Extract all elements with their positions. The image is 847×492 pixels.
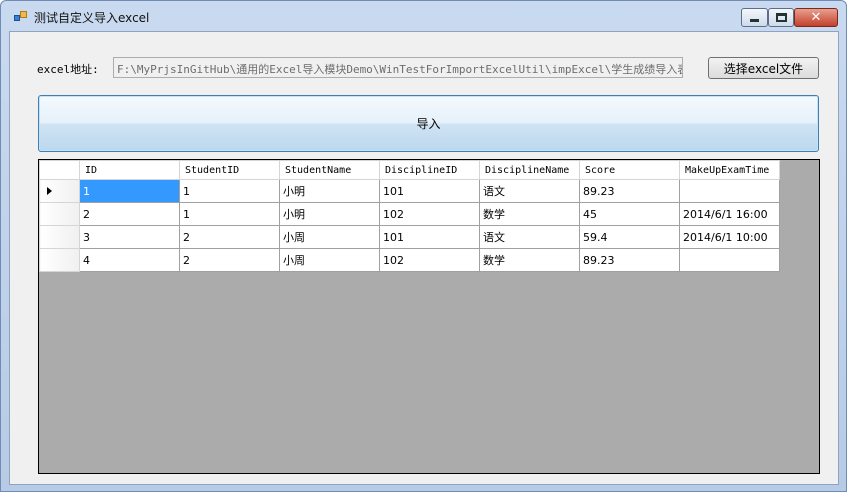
grid-cell[interactable]	[679, 179, 780, 203]
grid-cell[interactable]: 1	[79, 179, 180, 203]
grid-cell[interactable]: 小周	[279, 248, 380, 272]
table-row[interactable]: 4 2 小周 102 数学 89.23	[39, 248, 780, 272]
title-bar[interactable]: 测试自定义导入excel ✕	[1, 1, 846, 31]
data-grid-table: ID StudentID StudentName DisciplineID Di…	[39, 160, 780, 272]
minimize-icon	[750, 19, 759, 22]
grid-cell[interactable]: 语文	[479, 225, 580, 249]
grid-cell[interactable]: 2014/6/1 16:00	[679, 202, 780, 226]
column-header-studentname[interactable]: StudentName	[279, 160, 380, 180]
grid-cell[interactable]: 89.23	[579, 179, 680, 203]
row-header[interactable]	[39, 225, 80, 249]
column-header-score[interactable]: Score	[579, 160, 680, 180]
grid-cell[interactable]: 语文	[479, 179, 580, 203]
column-header-disciplineid[interactable]: DisciplineID	[379, 160, 480, 180]
grid-cell[interactable]: 101	[379, 225, 480, 249]
grid-cell[interactable]: 2014/6/1 10:00	[679, 225, 780, 249]
grid-cell[interactable]: 1	[179, 179, 280, 203]
grid-cell[interactable]: 数学	[479, 248, 580, 272]
grid-cell[interactable]: 2	[179, 248, 280, 272]
grid-cell[interactable]: 89.23	[579, 248, 680, 272]
import-button[interactable]: 导入	[38, 95, 819, 152]
form-client-area: excel地址: F:\MyPrjsInGitHub\通用的Excel导入模块D…	[9, 31, 839, 485]
row-header[interactable]	[39, 248, 80, 272]
excel-path-label: excel地址:	[37, 63, 99, 76]
data-grid[interactable]: ID StudentID StudentName DisciplineID Di…	[38, 159, 820, 474]
grid-cell[interactable]	[679, 248, 780, 272]
grid-cell[interactable]: 小周	[279, 225, 380, 249]
grid-header-row: ID StudentID StudentName DisciplineID Di…	[39, 160, 780, 180]
app-icon	[14, 11, 28, 23]
app-window: 测试自定义导入excel ✕ excel地址: F:\MyPrjsInGitHu…	[0, 0, 847, 492]
row-header[interactable]	[39, 202, 80, 226]
close-icon: ✕	[810, 10, 822, 25]
grid-cell[interactable]: 3	[79, 225, 180, 249]
grid-cell[interactable]: 1	[179, 202, 280, 226]
grid-cell[interactable]: 102	[379, 202, 480, 226]
grid-cell[interactable]: 数学	[479, 202, 580, 226]
close-button[interactable]: ✕	[794, 8, 838, 27]
table-row[interactable]: 3 2 小周 101 语文 59.4 2014/6/1 10:00	[39, 225, 780, 249]
table-row[interactable]: 1 1 小明 101 语文 89.23	[39, 179, 780, 203]
grid-cell[interactable]: 小明	[279, 202, 380, 226]
window-title: 测试自定义导入excel	[34, 11, 150, 25]
table-row[interactable]: 2 1 小明 102 数学 45 2014/6/1 16:00	[39, 202, 780, 226]
grid-cell[interactable]: 101	[379, 179, 480, 203]
select-excel-file-button[interactable]: 选择excel文件	[708, 57, 819, 79]
grid-cell[interactable]: 2	[79, 202, 180, 226]
row-header[interactable]	[39, 179, 80, 203]
grid-cell[interactable]: 45	[579, 202, 680, 226]
grid-cell[interactable]: 102	[379, 248, 480, 272]
excel-path-field[interactable]: F:\MyPrjsInGitHub\通用的Excel导入模块Demo\WinTe…	[113, 57, 683, 78]
current-row-arrow-icon	[47, 186, 52, 195]
grid-corner-header[interactable]	[39, 160, 80, 180]
grid-cell[interactable]: 小明	[279, 179, 380, 203]
grid-cell[interactable]: 59.4	[579, 225, 680, 249]
column-header-makeupexamtime[interactable]: MakeUpExamTime	[679, 160, 780, 180]
maximize-icon	[775, 13, 787, 22]
column-header-disciplinename[interactable]: DisciplineName	[479, 160, 580, 180]
grid-cell[interactable]: 4	[79, 248, 180, 272]
grid-cell[interactable]: 2	[179, 225, 280, 249]
minimize-button[interactable]	[741, 8, 768, 27]
column-header-id[interactable]: ID	[79, 160, 180, 180]
column-header-studentid[interactable]: StudentID	[179, 160, 280, 180]
maximize-button[interactable]	[768, 8, 794, 27]
